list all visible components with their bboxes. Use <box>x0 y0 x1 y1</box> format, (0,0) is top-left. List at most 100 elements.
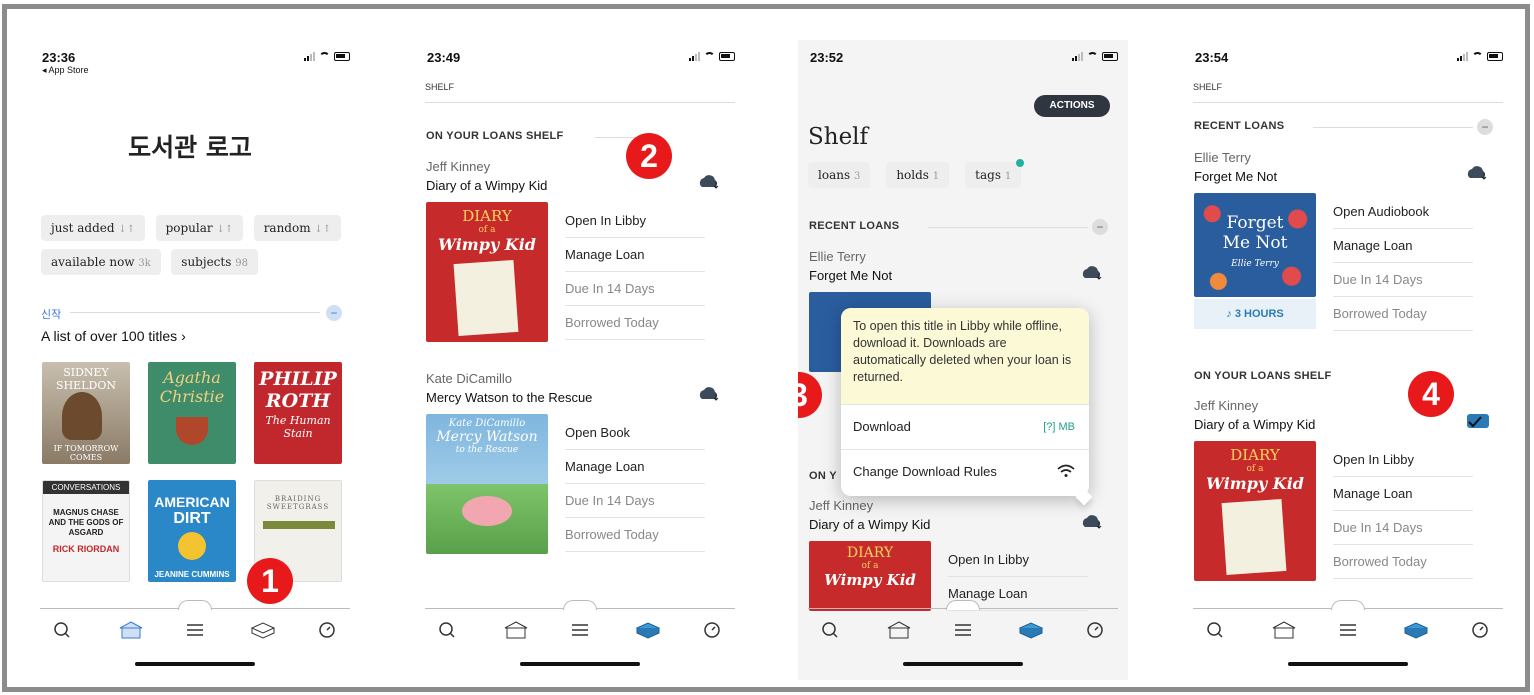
cloud-download-icon[interactable] <box>1465 164 1489 180</box>
filter-count: 3k <box>138 258 151 269</box>
book-cover-american-dirt[interactable]: AMERICAN DIRT JEANINE CUMMINS <box>148 480 236 582</box>
cover-text: SIDNEY <box>63 366 109 379</box>
filter-available-now[interactable]: available now 3k <box>41 249 161 275</box>
tab-search[interactable] <box>1205 620 1227 640</box>
tab-search[interactable] <box>820 620 842 640</box>
book-title: Diary of a Wimpy Kid <box>809 517 931 532</box>
book-cover-forget-me-not[interactable]: Forget Me Not Ellie Terry <box>1194 193 1316 297</box>
clock-icon <box>704 622 720 638</box>
open-book-button[interactable]: Open Book <box>565 416 705 450</box>
breadcrumb[interactable]: SHELF <box>1193 82 1222 92</box>
tab-loans[interactable]: loans 3 <box>808 162 871 188</box>
cloud-download-icon[interactable] <box>1080 513 1104 529</box>
status-icons <box>1457 52 1503 61</box>
filter-popular[interactable]: popular ↓↑ <box>155 215 244 241</box>
downloaded-check-icon[interactable] <box>1465 412 1489 428</box>
change-download-rules-option[interactable]: Change Download Rules <box>841 450 1089 496</box>
collapse-section-button[interactable]: − <box>326 305 342 321</box>
cover-text: of a <box>1246 464 1264 474</box>
list-title-link[interactable]: A list of over 100 titles › <box>41 328 186 344</box>
cover-text: CONVERSATIONS <box>43 481 129 494</box>
manage-loan-button[interactable]: Manage Loan <box>565 238 705 272</box>
book-title: Forget Me Not <box>1194 169 1278 184</box>
status-icons <box>689 52 735 61</box>
book-title: Diary of a Wimpy Kid <box>426 178 548 193</box>
status-time: 23:54 <box>1195 50 1229 65</box>
signal-icon <box>1072 52 1083 61</box>
tab-shelf[interactable] <box>635 620 661 640</box>
book-cover-wimpy-kid[interactable]: DIARY of a Wimpy Kid <box>1194 441 1316 581</box>
tab-menu[interactable] <box>952 620 974 640</box>
tab-shelf[interactable] <box>1018 620 1044 640</box>
wifi-icon <box>1087 52 1098 61</box>
change-rules-label: Change Download Rules <box>853 464 997 479</box>
cloud-download-icon[interactable] <box>1080 264 1104 280</box>
tab-menu[interactable] <box>1337 620 1359 640</box>
home-indicator <box>520 662 640 666</box>
cover-text: Christie <box>159 387 225 406</box>
tab-count: 1 <box>1004 171 1012 182</box>
tab-activity[interactable] <box>701 620 723 640</box>
clock-icon <box>1087 622 1103 638</box>
wifi-icon <box>319 52 330 61</box>
tab-library[interactable] <box>503 620 528 640</box>
manage-loan-button[interactable]: Manage Loan <box>565 450 705 484</box>
notification-dot <box>1016 159 1025 167</box>
tab-library[interactable] <box>118 620 143 640</box>
chevron-right-icon: › <box>181 328 186 344</box>
manage-loan-button[interactable]: Manage Loan <box>1333 477 1473 511</box>
actions-button[interactable]: ACTIONS <box>1034 95 1110 117</box>
shelf-icon <box>1018 622 1044 639</box>
tab-activity[interactable] <box>316 620 338 640</box>
book-cover-agatha-christie[interactable]: Agatha Christie <box>148 362 236 464</box>
cloud-download-icon[interactable] <box>697 385 721 401</box>
breadcrumb[interactable]: SHELF <box>425 82 454 92</box>
filter-subjects[interactable]: subjects 98 <box>171 249 258 275</box>
download-option[interactable]: Download [?] MB <box>841 404 1089 450</box>
shelf-icon <box>250 622 276 639</box>
open-audiobook-button[interactable]: Open Audiobook <box>1333 195 1473 229</box>
tab-library[interactable] <box>1271 620 1296 640</box>
tab-search[interactable] <box>437 620 459 640</box>
open-in-libby-button[interactable]: Open In Libby <box>565 204 705 238</box>
tab-bar <box>1183 620 1513 640</box>
open-in-libby-button[interactable]: Open In Libby <box>948 543 1088 577</box>
search-icon <box>822 622 838 638</box>
battery-icon <box>1487 52 1503 61</box>
collapse-section-button[interactable]: − <box>1477 119 1493 135</box>
book-cover-wimpy-kid[interactable]: DIARY of a Wimpy Kid <box>426 202 548 342</box>
tab-shelf[interactable] <box>250 620 276 640</box>
tab-menu[interactable] <box>569 620 591 640</box>
cover-text: IF TOMORROW COMES <box>53 444 119 462</box>
open-in-libby-button[interactable]: Open In Libby <box>1333 443 1473 477</box>
home-indicator <box>1288 662 1408 666</box>
tab-activity[interactable] <box>1469 620 1491 640</box>
book-cover-if-tomorrow-comes[interactable]: SIDNEY SHELDON IF TOMORROW COMES <box>42 362 130 464</box>
tab-label: tags <box>975 168 1001 182</box>
tab-search[interactable] <box>52 620 74 640</box>
shelf-tabs: loans 3 holds 1 tags 1 <box>808 159 1027 196</box>
phone-screen-home: 23:36 ◂ App Store 도서관 로고 just added ↓↑ p… <box>30 40 360 680</box>
tab-shelf[interactable] <box>1403 620 1429 640</box>
cloud-download-icon[interactable] <box>697 173 721 189</box>
tab-tags[interactable]: tags 1 <box>965 159 1025 188</box>
tab-holds[interactable]: holds 1 <box>886 162 950 188</box>
status-icons <box>1072 52 1118 61</box>
tab-activity[interactable] <box>1084 620 1106 640</box>
filter-just-added[interactable]: just added ↓↑ <box>41 215 146 241</box>
signal-icon <box>1457 52 1468 61</box>
back-to-app-store-link[interactable]: ◂ App Store <box>42 65 89 76</box>
book-cover-magnus-chase[interactable]: CONVERSATIONS MAGNUS CHASE AND THE GODS … <box>42 480 130 582</box>
status-time: 23:49 <box>427 50 461 65</box>
step-badge: 2 <box>626 133 672 179</box>
wifi-icon <box>704 52 715 61</box>
tab-library[interactable] <box>886 620 911 640</box>
manage-loan-button[interactable]: Manage Loan <box>1333 229 1473 263</box>
book-cover-mercy-watson[interactable]: Kate DiCamillo Mercy Watson to the Rescu… <box>426 414 548 554</box>
book-cover-wimpy-kid[interactable]: DIARY of a Wimpy Kid <box>809 541 931 611</box>
book-cover-human-stain[interactable]: PHILIP ROTH The Human Stain <box>254 362 342 464</box>
tab-menu[interactable] <box>184 620 206 640</box>
battery-icon <box>1102 52 1118 61</box>
collapse-section-button[interactable]: − <box>1092 219 1108 235</box>
filter-random[interactable]: random ↓↑ <box>253 215 342 241</box>
